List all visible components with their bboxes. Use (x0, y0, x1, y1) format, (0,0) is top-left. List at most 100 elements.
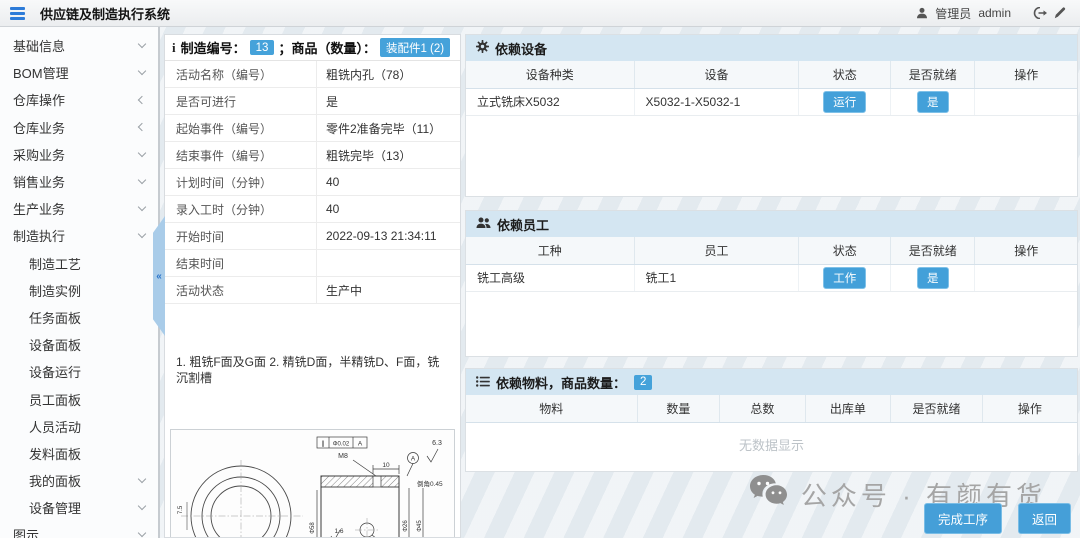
staff-section: 依赖员工 工种员工状态是否就绪操作铣工高级铣工1工作是 (465, 210, 1078, 357)
sidebar-item-label: 销售业务 (13, 172, 65, 191)
chevron-down-icon (138, 529, 146, 537)
sidebar-item-label: 制造工艺 (29, 254, 81, 273)
equipment-table-holder: 设备种类设备状态是否就绪操作立式铣床X5032X5032-1-X5032-1运行… (466, 61, 1077, 116)
material-section-header: 依赖物料，商品数量： 2 (466, 369, 1077, 395)
chevron-down-icon (138, 149, 146, 157)
sidebar-item[interactable]: 制造工艺 (0, 250, 158, 277)
main-content: « i 制造编号： 13 ；商品（数量）： 装配件1 (2) 活动名称（编号）粗… (162, 27, 1080, 538)
cell-status: 是 (891, 88, 975, 115)
complete-process-button[interactable]: 完成工序 (924, 503, 1002, 534)
sidebar-item[interactable]: 仓库操作 (0, 86, 158, 113)
table-row: 立式铣床X5032X5032-1-X5032-1运行是 (466, 88, 1077, 115)
sidebar-item[interactable]: 制造实例 (0, 277, 158, 304)
field-value: 40 (317, 196, 460, 222)
sidebar-item[interactable]: 仓库业务 (0, 114, 158, 141)
column-header: 数量 (637, 395, 719, 422)
footer-buttons: 完成工序 返回 (924, 503, 1071, 534)
field-value: 粗铣内孔（78） (317, 61, 460, 87)
sidebar-item[interactable]: 人员活动 (0, 413, 158, 440)
chevron-down-icon (138, 40, 146, 48)
sidebar-item-label: 设备面板 (29, 335, 81, 354)
list-icon (476, 375, 490, 390)
status-badge[interactable]: 是 (917, 267, 949, 289)
chevron-down-icon (138, 230, 146, 238)
cell-text: 立式铣床X5032 (466, 88, 634, 115)
sidebar-item[interactable]: 设备运行 (0, 358, 158, 385)
field-label: 活动名称（编号） (165, 61, 317, 87)
data-table: 物料数量总数出库单是否就绪操作无数据显示 (466, 395, 1077, 466)
column-header: 是否就绪 (891, 237, 975, 264)
user-icon (916, 7, 928, 19)
sidebar-item-label: 制造实例 (29, 281, 81, 300)
user-name[interactable]: admin (978, 6, 1011, 20)
chevron-left-icon (138, 123, 146, 131)
product-badge[interactable]: 装配件1 (2) (380, 38, 450, 57)
sidebar-item[interactable]: BOM管理 (0, 59, 158, 86)
field-value: 40 (317, 169, 460, 195)
detail-field-row: 计划时间（分钟）40 (165, 169, 460, 196)
cell-status: 运行 (799, 88, 891, 115)
equipment-section-header: 依赖设备 (466, 35, 1077, 61)
sidebar-item[interactable]: 员工面板 (0, 385, 158, 412)
drawing-datum-a: A (411, 456, 416, 463)
column-header: 设备 (634, 61, 799, 88)
staff-section-header: 依赖员工 (466, 211, 1077, 237)
status-badge[interactable]: 运行 (823, 91, 866, 113)
drawing-label-dim10: 10 (382, 462, 390, 469)
field-value: 生产中 (317, 277, 460, 303)
sidebar-item-label: 任务面板 (29, 308, 81, 327)
hamburger-menu-icon[interactable] (10, 7, 25, 20)
logout-icon[interactable] (1033, 7, 1047, 19)
user-role[interactable]: 管理员 (935, 5, 971, 22)
field-label: 计划时间（分钟） (165, 169, 317, 195)
drawing-dia-58: Φ58 (310, 522, 316, 534)
column-header: 总数 (720, 395, 806, 422)
equipment-section: 依赖设备 设备种类设备状态是否就绪操作立式铣床X5032X5032-1-X503… (465, 34, 1078, 197)
back-button[interactable]: 返回 (1018, 503, 1071, 534)
cell-status: 是 (891, 264, 975, 291)
field-label: 结束事件（编号） (165, 142, 317, 168)
sidebar-item[interactable]: 采购业务 (0, 141, 158, 168)
detail-panel-header: i 制造编号： 13 ；商品（数量）： 装配件1 (2) (165, 35, 460, 61)
sidebar-item-label: 生产业务 (13, 199, 65, 218)
column-header: 物料 (466, 395, 637, 422)
chevron-down-icon (138, 203, 146, 211)
gear-icon (476, 40, 489, 56)
collapse-panel-tab[interactable]: « (153, 216, 165, 336)
column-header: 是否就绪 (891, 395, 983, 422)
sidebar-item-label: 设备运行 (29, 362, 81, 381)
sidebar-item[interactable]: 生产业务 (0, 195, 158, 222)
sidebar-item[interactable]: 图示 (0, 521, 158, 538)
mfg-no-label: 制造编号： (181, 38, 246, 57)
drawing-dia-26: Φ26 (403, 520, 409, 532)
field-label: 录入工时（分钟） (165, 196, 317, 222)
sidebar-item[interactable]: 设备管理 (0, 494, 158, 521)
mfg-no-badge[interactable]: 13 (250, 40, 275, 55)
status-badge[interactable]: 工作 (823, 267, 866, 289)
sidebar-item-label: 仓库操作 (13, 90, 65, 109)
column-header: 出库单 (805, 395, 891, 422)
sidebar-item[interactable]: 基础信息 (0, 32, 158, 59)
sidebar-item[interactable]: 制造执行 (0, 222, 158, 249)
staff-section-title: 依赖员工 (497, 215, 549, 234)
dependency-panel: 依赖设备 设备种类设备状态是否就绪操作立式铣床X5032X5032-1-X503… (465, 34, 1078, 538)
sidebar-item-label: 制造执行 (13, 226, 65, 245)
drawing-dia-45: Φ45 (417, 520, 423, 532)
table-row: 铣工高级铣工1工作是 (466, 264, 1077, 291)
status-badge[interactable]: 是 (917, 91, 949, 113)
process-note: 1. 粗铣F面及G面 2. 精铣D面，半精铣D、F面，铣沉割槽 (176, 354, 450, 386)
drawing-label-m8: M8 (338, 453, 348, 460)
sidebar-item-label: 基础信息 (13, 36, 65, 55)
sidebar-item[interactable]: 销售业务 (0, 168, 158, 195)
sidebar-item[interactable]: 任务面板 (0, 304, 158, 331)
drawing-tolerance-symbol: ∥ (321, 440, 324, 448)
sidebar-item-label: 员工面板 (29, 390, 81, 409)
edit-pen-icon[interactable] (1054, 7, 1066, 19)
sidebar-item[interactable]: 发料面板 (0, 440, 158, 467)
sidebar-item[interactable]: 我的面板 (0, 467, 158, 494)
detail-field-row: 是否可进行是 (165, 88, 460, 115)
sidebar-item[interactable]: 设备面板 (0, 331, 158, 358)
drawing-tolerance-value: Φ0.02 (333, 442, 350, 448)
data-table: 设备种类设备状态是否就绪操作立式铣床X5032X5032-1-X5032-1运行… (466, 61, 1077, 116)
column-header: 是否就绪 (891, 61, 975, 88)
